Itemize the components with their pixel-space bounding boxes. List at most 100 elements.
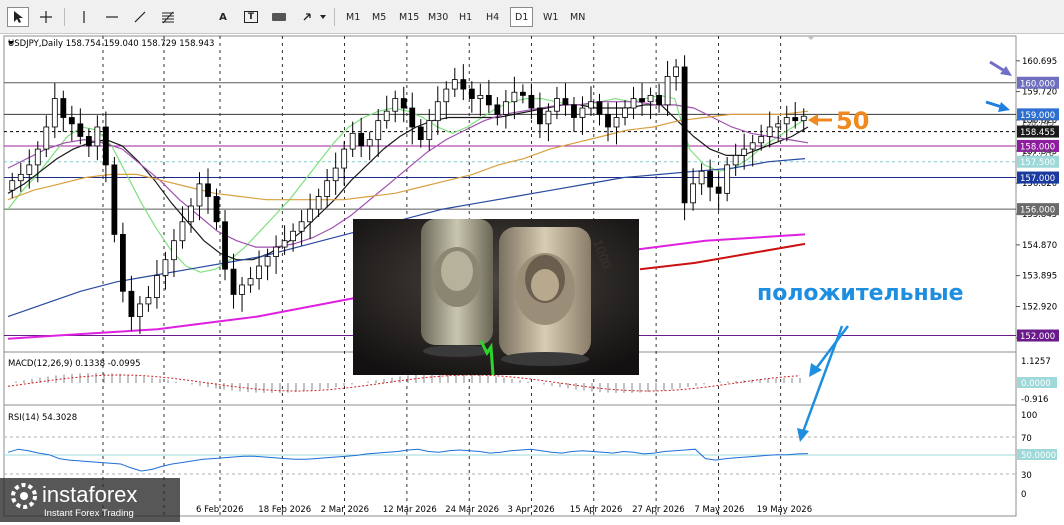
bull-candle — [94, 126, 101, 147]
macd-tick-high: 1.1257 — [1021, 357, 1051, 367]
bull-candle — [724, 164, 731, 194]
bear-candle — [707, 170, 714, 188]
bull-candle — [613, 117, 620, 128]
timeframe-h1[interactable]: H1 — [455, 7, 476, 27]
timeframe-m1[interactable]: M1 — [342, 7, 364, 27]
bull-candle — [332, 167, 339, 182]
bear-candle — [596, 101, 603, 115]
level-label-158.455: 158.455 — [1020, 128, 1055, 138]
bear-candle — [111, 164, 118, 235]
bear-candle — [77, 123, 84, 137]
label-icon[interactable]: T — [240, 7, 262, 27]
bull-candle — [698, 170, 705, 185]
bull-candle — [298, 221, 305, 232]
trendline-icon[interactable] — [129, 7, 151, 27]
bear-candle — [119, 234, 126, 292]
shapes-icon[interactable] — [268, 7, 290, 27]
cursor-icon[interactable] — [7, 7, 29, 27]
bull-candle — [783, 117, 790, 125]
bull-candle — [383, 110, 390, 122]
macd-label: MACD(12,26,9) 0.1338 -0.0995 — [8, 359, 141, 369]
bear-candle — [468, 88, 475, 99]
bull-candle — [375, 120, 382, 141]
bear-candle — [230, 268, 237, 295]
bull-candle — [307, 208, 314, 223]
bull-candle — [17, 173, 24, 182]
timeframe-d1[interactable]: D1 — [510, 7, 534, 27]
positive-annotation: положительные — [757, 281, 964, 306]
bear-candle — [792, 117, 799, 122]
timeframe-w1[interactable]: W1 — [539, 7, 562, 27]
bear-candle — [715, 186, 722, 194]
bear-candle — [639, 98, 645, 103]
date-label: 15 Apr 2026 — [570, 505, 623, 515]
bull-candle — [239, 284, 245, 295]
bull-candle — [749, 142, 756, 150]
timeframe-m15[interactable]: M15 — [395, 7, 423, 27]
symbol-header: USDJPY,Daily 158.754 159.040 158.729 158… — [8, 39, 214, 49]
bull-candle — [171, 240, 177, 261]
date-label: 6 Feb 2026 — [196, 505, 244, 515]
bull-candle — [26, 164, 33, 175]
price-tick-label: 152.920 — [1022, 302, 1057, 312]
date-label: 12 Mar 2026 — [383, 505, 437, 515]
bull-candle — [315, 196, 322, 210]
bull-candle — [622, 107, 628, 118]
arrows-icon[interactable] — [300, 7, 330, 27]
bull-candle — [247, 278, 254, 286]
bear-candle — [656, 94, 662, 106]
bull-candle — [502, 101, 509, 115]
date-label: 18 Feb 2026 — [258, 505, 311, 515]
text-icon[interactable]: A — [212, 7, 234, 27]
bear-candle — [485, 94, 492, 106]
bear-candle — [537, 107, 543, 125]
timeframe-h4[interactable]: H4 — [482, 7, 503, 27]
bull-candle — [162, 259, 169, 276]
bear-candle — [85, 136, 92, 147]
bull-candle — [664, 76, 671, 106]
rsi-tick-100: 100 — [1021, 411, 1037, 421]
bull-candle — [281, 240, 288, 248]
horizontal-line-icon[interactable] — [101, 7, 123, 27]
bull-candle — [741, 148, 748, 156]
ma50-annotation: 50 — [836, 107, 869, 135]
bull-candle — [273, 246, 279, 257]
timeframe-m30[interactable]: M30 — [424, 7, 452, 27]
vertical-line-icon[interactable] — [73, 7, 95, 27]
level-label-157.500: 157.500 — [1020, 158, 1055, 168]
bull-candle — [179, 221, 186, 242]
bull-candle — [349, 132, 356, 150]
price-tick-label: 153.895 — [1022, 272, 1057, 282]
timeframe-mn[interactable]: MN — [566, 7, 589, 27]
bull-candle — [290, 230, 297, 242]
toolbar-separator — [334, 8, 335, 26]
logo-brand: instaforex — [42, 482, 138, 507]
bear-candle — [460, 79, 467, 90]
bull-candle — [51, 98, 58, 128]
date-label: 7 May 2026 — [694, 505, 744, 515]
date-label: 19 May 2026 — [757, 505, 812, 515]
bull-candle — [477, 94, 484, 99]
bull-candle — [579, 107, 586, 118]
rsi-tick-30: 30 — [1021, 471, 1032, 481]
logo-tagline: Instant Forex Trading — [44, 508, 134, 519]
bull-candle — [9, 180, 16, 191]
bull-candle — [451, 79, 458, 90]
timeframe-m5[interactable]: M5 — [368, 7, 390, 27]
fibonacci-icon[interactable] — [157, 7, 179, 27]
rsi-tick-0: 0 — [1021, 490, 1026, 500]
bear-candle — [205, 183, 211, 197]
bear-candle — [102, 126, 109, 166]
date-label: 2 Mar 2026 — [321, 505, 369, 515]
price-tick-label: 160.695 — [1022, 57, 1057, 67]
bull-candle — [145, 297, 152, 305]
bull-candle — [366, 139, 373, 147]
bear-candle — [60, 98, 67, 118]
bear-candle — [222, 221, 228, 270]
crosshair-icon[interactable] — [35, 7, 57, 27]
date-label: 27 Apr 2026 — [632, 505, 685, 515]
bull-candle — [341, 148, 348, 169]
price-axis: 160.695159.720158.820157.845156.820155.8… — [1016, 57, 1057, 344]
bear-candle — [681, 66, 688, 204]
bull-candle — [443, 88, 450, 103]
